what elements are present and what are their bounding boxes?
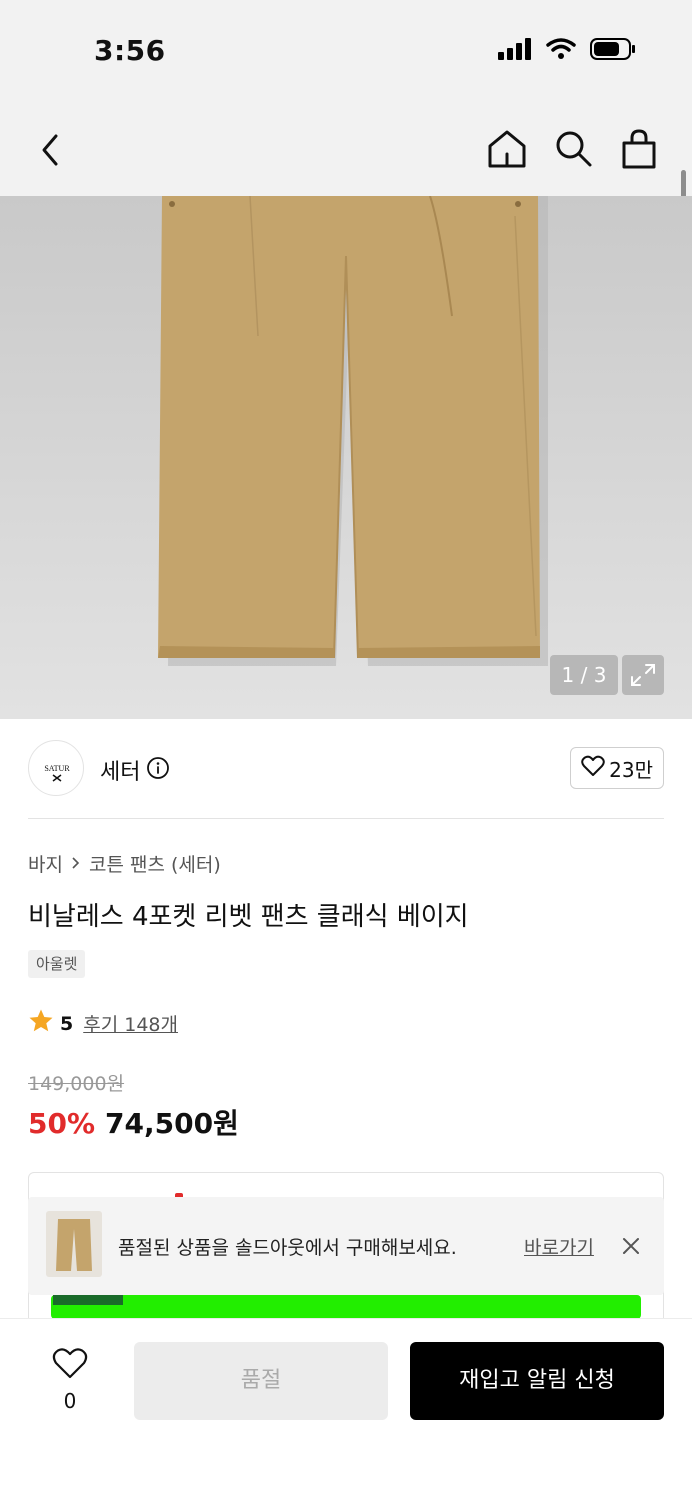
battery-icon [590,38,636,64]
rating-row: 5 후기 148개 [28,1008,178,1039]
original-price: 149,000원 [28,1073,125,1095]
review-count-link[interactable]: 후기 148개 [83,1010,178,1037]
toast-message: 품절된 상품을 솔드아웃에서 구매해보세요. [118,1237,457,1259]
heart-icon [581,755,605,782]
discount-rate: 50% [28,1107,96,1140]
back-icon[interactable] [30,130,70,170]
wifi-icon [546,38,576,64]
star-icon [28,1008,54,1039]
close-icon[interactable] [620,1235,642,1257]
divider [28,818,664,819]
brand-row: SATUR 세터 23만 [28,740,664,798]
toast-go-link[interactable]: 바로가기 [524,1233,594,1260]
brand-like-count: 23만 [609,757,653,782]
brand-logo[interactable]: SATUR [28,740,84,796]
breadcrumb: 바지 코튼 팬츠 (세터) [28,850,221,877]
bottom-action-bar: 0 품절 재입고 알림 신청 [0,1318,692,1500]
heart-icon [52,1348,88,1383]
nav-actions [486,128,660,170]
product-image-gallery[interactable]: 1 / 3 [0,196,692,719]
soldout-toast: 품절된 상품을 솔드아웃에서 구매해보세요. 바로가기 [28,1197,664,1295]
price-row: 50% 74,500원 [28,1102,239,1142]
home-icon[interactable] [486,128,528,170]
search-icon[interactable] [552,128,594,170]
status-icons [498,38,636,64]
wishlist-count: 0 [63,1389,77,1413]
wishlist-button[interactable]: 0 [44,1347,96,1413]
cart-bag-icon[interactable] [618,128,660,170]
product-image [158,196,548,666]
info-icon[interactable] [146,756,170,780]
soldout-button: 품절 [134,1342,388,1420]
image-pager: 1 / 3 [550,655,618,695]
restock-alert-button[interactable]: 재입고 알림 신청 [410,1342,664,1420]
toast-product-thumbnail [46,1211,102,1277]
chevron-right-icon [71,853,81,875]
outlet-badge: 아울렛 [28,950,86,978]
product-title: 비날레스 4포켓 리벳 팬츠 클래식 베이지 [28,902,469,932]
breadcrumb-category[interactable]: 바지 [28,850,63,877]
status-bar: 3:56 [0,0,692,100]
brand-name[interactable]: 세터 [100,754,140,786]
signal-icon [498,38,532,64]
rating-score: 5 [60,1012,74,1035]
expand-icon[interactable] [622,655,664,695]
status-time: 3:56 [94,34,166,67]
promo-banner-image [53,1295,123,1305]
top-nav-bar [0,100,692,196]
brand-logo-text: SATUR [44,764,70,773]
sale-price: 74,500원 [105,1107,239,1140]
promo-banner[interactable] [51,1295,641,1319]
breadcrumb-subcategory[interactable]: 코튼 팬츠 (세터) [89,850,221,877]
brand-like-button[interactable]: 23만 [570,747,664,789]
